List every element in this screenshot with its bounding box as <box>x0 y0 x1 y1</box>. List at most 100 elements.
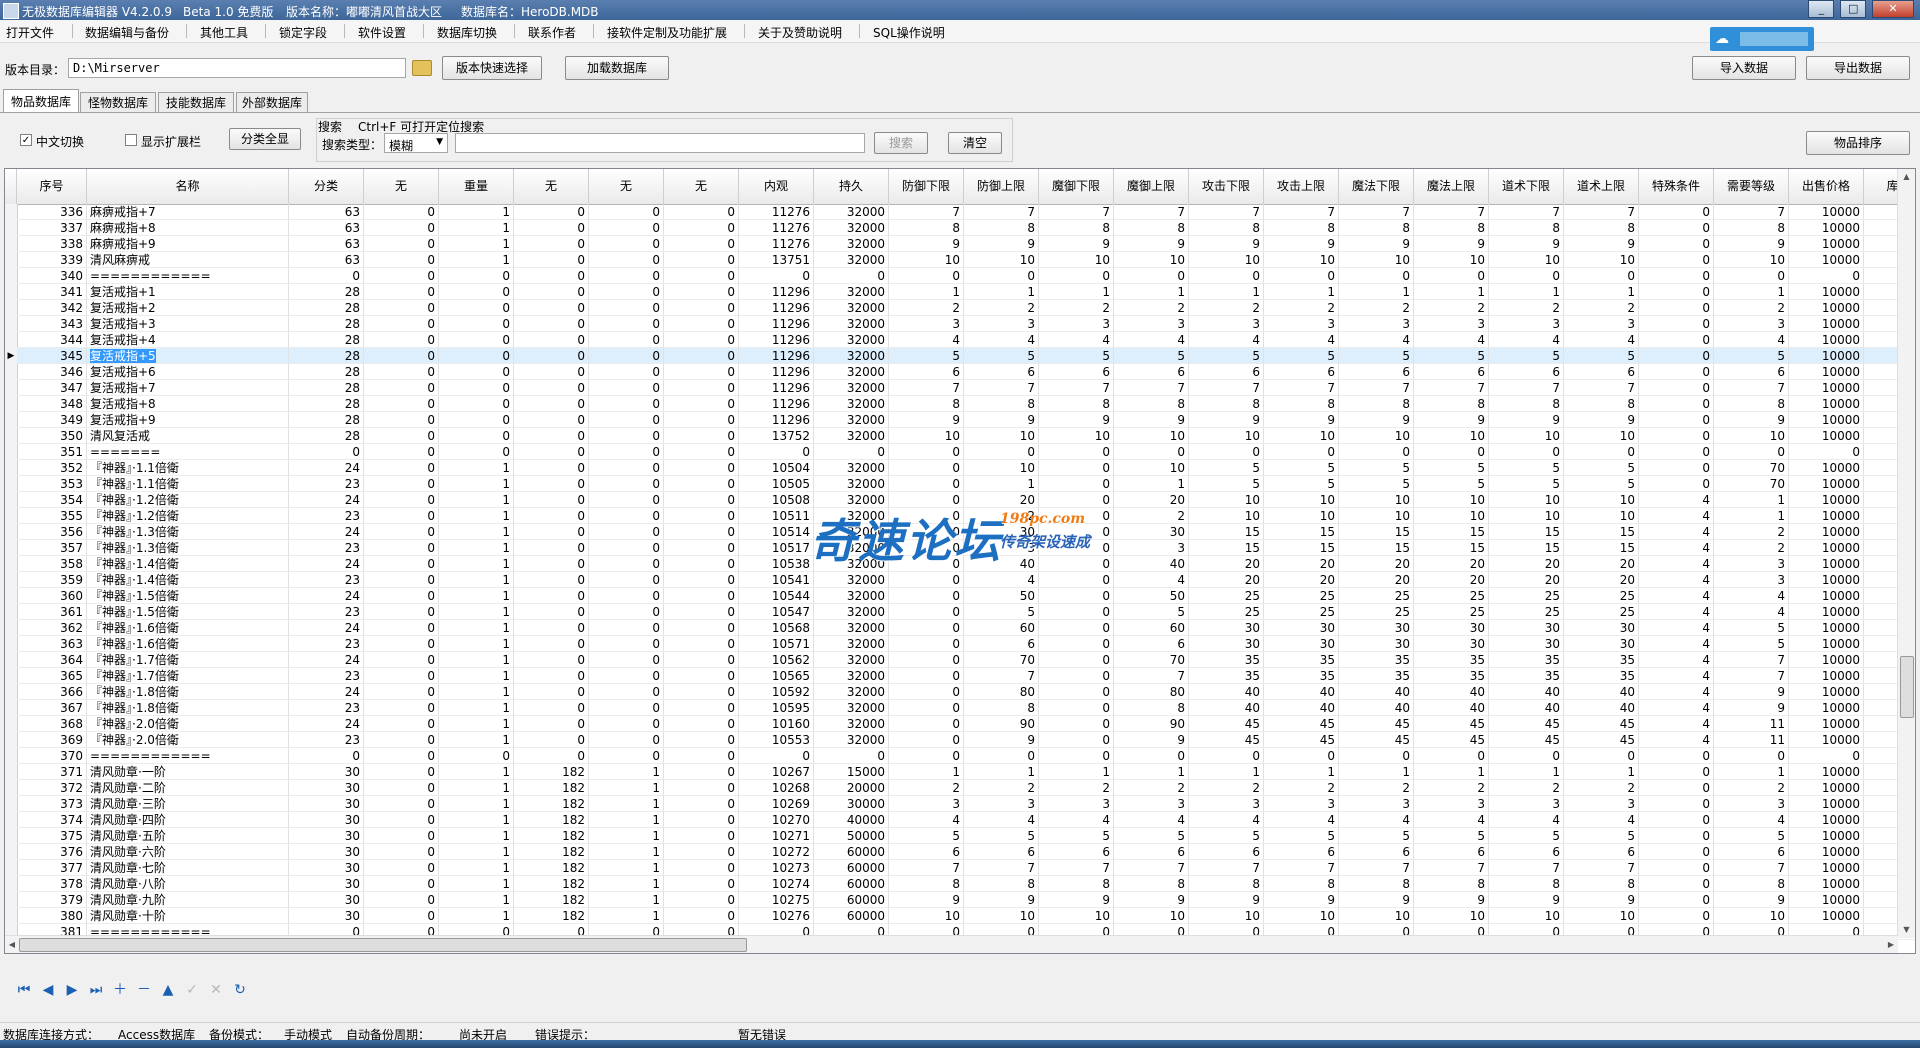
table-cell[interactable]: 0 <box>514 364 589 380</box>
table-cell[interactable]: 15 <box>1264 540 1339 556</box>
table-cell[interactable]: 60000 <box>814 908 889 924</box>
table-cell[interactable]: 10 <box>889 252 964 268</box>
table-cell[interactable]: 25 <box>1489 604 1564 620</box>
table-cell[interactable]: 2 <box>889 300 964 316</box>
table-cell[interactable]: 50000 <box>814 828 889 844</box>
table-cell[interactable]: 0 <box>364 396 439 412</box>
table-cell[interactable]: 6 <box>1264 844 1339 860</box>
sort-items-button[interactable]: 物品排序 <box>1806 131 1910 155</box>
table-cell[interactable]: 1 <box>964 476 1039 492</box>
table-cell[interactable]: 10273 <box>739 860 814 876</box>
table-cell[interactable]: 30 <box>1489 620 1564 636</box>
table-cell[interactable]: 0 <box>364 652 439 668</box>
table-cell[interactable]: 4 <box>1639 716 1714 732</box>
table-cell[interactable]: 9 <box>1114 892 1189 908</box>
maximize-button[interactable]: □ <box>1840 0 1867 18</box>
quick-select-button[interactable]: 版本快速选择 <box>442 56 542 80</box>
table-cell[interactable]: 4 <box>1639 620 1714 636</box>
table-cell[interactable]: 清风勋章·七阶 <box>87 860 289 876</box>
table-cell[interactable]: 10571 <box>739 636 814 652</box>
table-cell[interactable]: 2 <box>1114 508 1189 524</box>
table-cell[interactable]: 356 <box>17 524 87 540</box>
table-cell[interactable]: 10 <box>1564 252 1639 268</box>
close-button[interactable]: ✕ <box>1872 0 1914 18</box>
table-cell[interactable]: 10562 <box>739 652 814 668</box>
table-cell[interactable]: 10000 <box>1789 812 1864 828</box>
table-cell[interactable]: 35 <box>1339 652 1414 668</box>
table-row[interactable]: 337 麻痹戒指+8 63 0 1 0 0 0 11276 32000 8 8 8 8 8 8 8 8 8 8 0 8 10… <box>5 220 1915 236</box>
table-cell[interactable]: 0 <box>1639 204 1714 220</box>
table-cell[interactable]: 15 <box>1264 524 1339 540</box>
table-cell[interactable]: 20 <box>1339 572 1414 588</box>
table-cell[interactable]: 63 <box>289 236 364 252</box>
table-cell[interactable]: 32000 <box>814 220 889 236</box>
table-cell[interactable]: 0 <box>364 540 439 556</box>
table-cell[interactable]: 30 <box>1189 620 1264 636</box>
table-cell[interactable]: 1 <box>1114 764 1189 780</box>
table-cell[interactable]: 0 <box>1039 716 1114 732</box>
table-cell[interactable]: 0 <box>1039 668 1114 684</box>
table-cell[interactable]: 10000 <box>1789 892 1864 908</box>
table-cell[interactable]: 0 <box>589 492 664 508</box>
table-row[interactable]: 361 『神器』·1.5倍衛 23 0 1 0 0 0 10547 32000 0 5 0 5 25 25 25… <box>5 604 1915 620</box>
table-cell[interactable]: 30 <box>289 764 364 780</box>
table-cell[interactable]: 7 <box>1714 204 1789 220</box>
table-cell[interactable]: 377 <box>17 860 87 876</box>
table-cell[interactable]: 0 <box>664 828 739 844</box>
table-cell[interactable]: 3 <box>1339 316 1414 332</box>
table-cell[interactable]: 0 <box>664 620 739 636</box>
table-row[interactable]: 349 复活戒指+9 28 0 0 0 0 0 11296 32000 9 9 9 9 9 9 9 9 9 9 0 9 10… <box>5 412 1915 428</box>
table-cell[interactable]: 0 <box>439 268 514 284</box>
table-cell[interactable]: 9 <box>1039 412 1114 428</box>
table-cell[interactable]: 8 <box>1114 396 1189 412</box>
table-cell[interactable]: 40 <box>1564 700 1639 716</box>
table-cell[interactable]: 10547 <box>739 604 814 620</box>
table-cell[interactable]: 0 <box>664 796 739 812</box>
table-cell[interactable]: 182 <box>514 796 589 812</box>
column-header[interactable]: 道术下限 <box>1489 169 1564 204</box>
table-cell[interactable]: 7 <box>1189 380 1264 396</box>
table-cell[interactable]: 1 <box>439 732 514 748</box>
table-cell[interactable]: 35 <box>1414 668 1489 684</box>
table-cell[interactable]: 2 <box>1714 524 1789 540</box>
table-row[interactable]: 373 清风勋章·三阶 30 0 1 182 1 0 10269 30000 3 3 3 3 3 3 3 3 3 3 0… <box>5 796 1915 812</box>
table-cell[interactable]: 20 <box>1189 572 1264 588</box>
table-cell[interactable]: 0 <box>364 812 439 828</box>
table-cell[interactable]: 182 <box>514 780 589 796</box>
table-cell[interactable]: 1 <box>439 652 514 668</box>
table-cell[interactable]: 4 <box>1639 652 1714 668</box>
table-cell[interactable]: 0 <box>1639 876 1714 892</box>
table-cell[interactable]: 10 <box>1339 492 1414 508</box>
table-cell[interactable]: 0 <box>664 316 739 332</box>
table-cell[interactable]: 0 <box>1114 748 1189 764</box>
table-cell[interactable]: 10000 <box>1789 540 1864 556</box>
table-cell[interactable]: 11296 <box>739 300 814 316</box>
table-cell[interactable]: 0 <box>589 524 664 540</box>
table-cell[interactable]: 0 <box>364 748 439 764</box>
table-cell[interactable]: 1 <box>439 812 514 828</box>
table-cell[interactable]: 378 <box>17 876 87 892</box>
table-cell[interactable]: 『神器』·1.4倍衛 <box>87 572 289 588</box>
table-cell[interactable]: 5 <box>1114 828 1189 844</box>
table-cell[interactable]: 6 <box>1414 844 1489 860</box>
table-cell[interactable]: 355 <box>17 508 87 524</box>
table-cell[interactable]: 0 <box>589 636 664 652</box>
cn-switch-checkbox[interactable]: ✓ <box>20 134 32 146</box>
table-cell[interactable]: 5 <box>1339 828 1414 844</box>
table-cell[interactable]: 60000 <box>814 876 889 892</box>
table-cell[interactable]: 8 <box>1489 220 1564 236</box>
table-cell[interactable]: 0 <box>1639 236 1714 252</box>
table-cell[interactable]: 0 <box>1414 444 1489 460</box>
table-cell[interactable]: 10000 <box>1789 588 1864 604</box>
table-cell[interactable]: 0 <box>364 684 439 700</box>
column-header[interactable]: 重量 <box>439 169 514 204</box>
table-cell[interactable]: 0 <box>589 380 664 396</box>
table-cell[interactable]: 40 <box>1264 684 1339 700</box>
table-cell[interactable]: 9 <box>1564 412 1639 428</box>
table-cell[interactable]: 1 <box>1114 284 1189 300</box>
table-cell[interactable]: 182 <box>514 908 589 924</box>
table-cell[interactable]: 369 <box>17 732 87 748</box>
table-cell[interactable]: 8 <box>1189 876 1264 892</box>
table-cell[interactable]: 4 <box>1639 700 1714 716</box>
table-cell[interactable]: 11 <box>1714 716 1789 732</box>
